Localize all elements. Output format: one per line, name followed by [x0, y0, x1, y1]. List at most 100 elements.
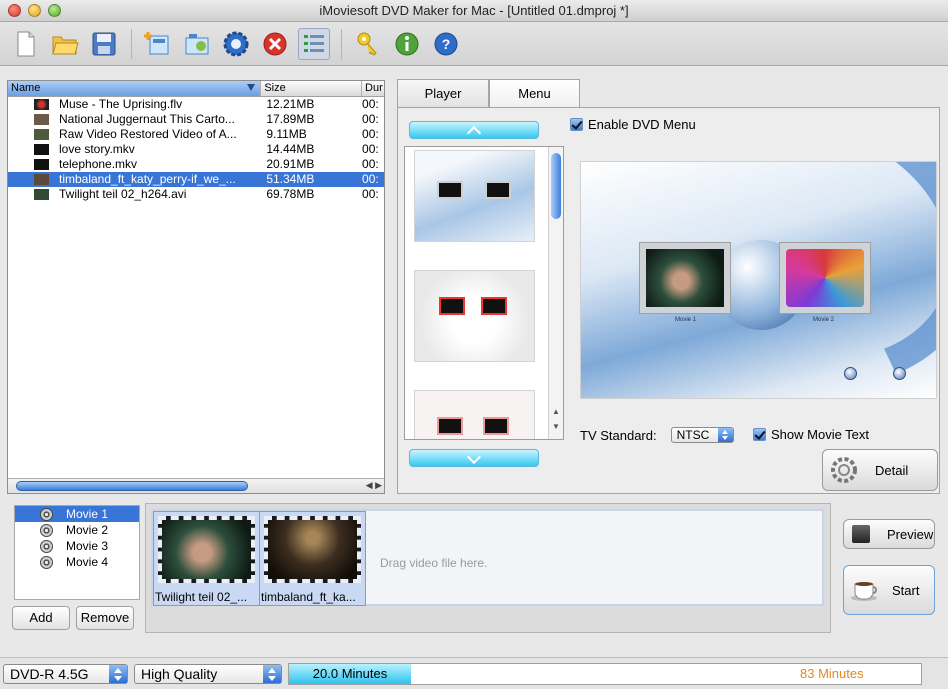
menu-template-list[interactable]: ▲ ▼ — [404, 146, 564, 440]
movie-item-1[interactable]: Movie 1 — [15, 506, 139, 522]
scroll-arrows-icon[interactable]: ◀ ▶ — [366, 480, 382, 491]
gear-icon — [831, 457, 857, 483]
template-scroll-down-button[interactable] — [409, 449, 539, 467]
list-view-button[interactable] — [298, 27, 330, 60]
status-bar: DVD-R 4.5G High Quality 20.0 Minutes 83 … — [0, 657, 948, 689]
scrollbar-thumb[interactable] — [551, 153, 561, 219]
file-row[interactable]: Raw Video Restored Video of A... 9.11MB … — [8, 127, 384, 142]
file-row-selected[interactable]: timbaland_ft_katy_perry-if_we_... 51.34M… — [8, 172, 384, 187]
save-project-button[interactable] — [88, 28, 120, 60]
movie-title-list[interactable]: Movie 1 Movie 2 Movie 3 Movie 4 — [14, 505, 140, 600]
toolbar-separator — [131, 28, 132, 59]
add-folder-icon — [185, 33, 209, 54]
movie-item-2[interactable]: Movie 2 — [15, 522, 139, 538]
preview-button[interactable]: Preview — [843, 519, 935, 549]
preview-next-icon[interactable] — [844, 367, 857, 380]
movie-item-3[interactable]: Movie 3 — [15, 538, 139, 554]
template-scroll-up-button[interactable] — [409, 121, 539, 139]
open-project-button[interactable] — [49, 28, 81, 60]
preview-movie-2-frame[interactable] — [779, 242, 871, 314]
menu-template-thumbnail[interactable] — [414, 390, 535, 439]
select-arrows-icon — [109, 665, 127, 683]
column-header-name[interactable]: Name — [8, 81, 262, 96]
menu-template-thumbnail[interactable] — [414, 150, 535, 242]
open-folder-icon — [52, 36, 79, 54]
zoom-window-button[interactable] — [48, 4, 61, 17]
file-row[interactable]: love story.mkv 14.44MB 00: — [8, 142, 384, 157]
file-row[interactable]: National Juggernaut This Carto... 17.89M… — [8, 112, 384, 127]
list-view-icon — [304, 34, 324, 52]
new-project-button[interactable] — [10, 28, 42, 60]
sort-arrow-icon — [247, 84, 256, 91]
video-thumbnail-icon — [34, 144, 49, 155]
remove-movie-button[interactable]: Remove — [76, 606, 134, 630]
scroll-up-arrow-icon[interactable]: ▲ — [552, 407, 560, 416]
film-reel-icon — [40, 555, 53, 569]
scrollbar-thumb[interactable] — [16, 481, 248, 491]
disc-capacity-bar: 20.0 Minutes 83 Minutes — [288, 663, 922, 685]
tv-standard-row: TV Standard: NTSC — [580, 427, 734, 443]
add-files-icon — [144, 31, 169, 54]
svg-text:?: ? — [442, 36, 451, 52]
tab-player[interactable]: Player — [397, 79, 489, 107]
file-list-horizontal-scrollbar[interactable]: ◀ ▶ — [8, 478, 384, 493]
add-movie-button[interactable]: Add — [12, 606, 70, 630]
add-files-button[interactable] — [142, 28, 174, 60]
video-thumbnail-icon — [34, 114, 49, 125]
info-icon — [395, 32, 419, 55]
about-button[interactable] — [391, 28, 423, 60]
file-list[interactable]: Name Size Dur Muse - The Uprising.flv 12… — [7, 80, 385, 494]
column-header-duration[interactable]: Dur — [362, 81, 384, 96]
menu-template-thumbnail[interactable] — [414, 270, 535, 362]
clip-label: Twilight teil 02_... — [155, 590, 248, 604]
start-button[interactable]: Start — [843, 565, 935, 615]
tab-bar: Player Menu — [397, 79, 580, 107]
settings-button[interactable] — [220, 28, 252, 60]
menu-preview: Movie 1 Movie 2 — [580, 161, 937, 399]
preview-movie-1-frame[interactable] — [639, 242, 731, 314]
file-row[interactable]: Muse - The Uprising.flv 12.21MB 00: — [8, 97, 384, 112]
detail-button[interactable]: Detail — [822, 449, 938, 491]
template-vertical-scrollbar[interactable]: ▲ ▼ — [548, 147, 563, 439]
preview-caption-movie-2: Movie 2 — [813, 317, 835, 323]
tv-standard-label: TV Standard: — [580, 427, 657, 443]
file-row[interactable]: Twilight teil 02_h264.avi 69.78MB 00: — [8, 187, 384, 202]
movie-clip-strip: Twilight teil 02_... timbaland_ft_ka... … — [145, 503, 831, 633]
column-header-size[interactable]: Size — [261, 81, 363, 96]
toolbar-separator — [341, 28, 342, 59]
minimize-window-button[interactable] — [28, 4, 41, 17]
video-thumbnail-icon — [34, 129, 49, 140]
enable-dvd-menu-checkbox[interactable]: Enable DVD Menu — [570, 117, 696, 132]
video-thumbnail-icon — [34, 159, 49, 170]
tab-menu[interactable]: Menu — [489, 79, 580, 107]
movie-1-image — [646, 249, 724, 307]
delete-button[interactable] — [259, 28, 291, 60]
quality-select[interactable]: High Quality — [134, 664, 282, 684]
clip-label: timbaland_ft_ka... — [261, 590, 356, 604]
movie-item-4[interactable]: Movie 4 — [15, 554, 139, 570]
used-minutes: 20.0 Minutes — [312, 666, 388, 681]
scroll-down-arrow-icon[interactable]: ▼ — [552, 422, 560, 431]
file-row[interactable]: telephone.mkv 20.91MB 00: — [8, 157, 384, 172]
register-button[interactable] — [352, 28, 384, 60]
tv-standard-select[interactable]: NTSC — [670, 427, 734, 443]
title-bar: iMoviesoft DVD Maker for Mac - [Untitled… — [0, 0, 948, 22]
show-movie-text-checkbox[interactable]: Show Movie Text — [753, 427, 869, 442]
file-list-header: Name Size Dur — [8, 81, 384, 97]
checkbox-checked-icon — [753, 428, 766, 441]
drag-hint: Drag video file here. — [380, 556, 488, 570]
film-reel-icon — [40, 539, 53, 553]
clip-item[interactable]: Twilight teil 02_... — [153, 511, 260, 606]
template-screen — [483, 417, 509, 435]
total-capacity-minutes: 83 Minutes — [800, 666, 864, 681]
help-button[interactable]: ? — [430, 28, 462, 60]
toolbar: ? — [0, 22, 948, 66]
add-folder-button[interactable] — [181, 28, 213, 60]
coffee-cup-icon — [851, 582, 877, 601]
close-window-button[interactable] — [8, 4, 21, 17]
template-screen — [485, 181, 511, 199]
disc-type-select[interactable]: DVD-R 4.5G — [3, 664, 128, 684]
clip-item[interactable]: timbaland_ft_ka... — [259, 511, 366, 606]
clip-drop-area[interactable]: Twilight teil 02_... timbaland_ft_ka... … — [151, 509, 824, 606]
preview-pause-icon[interactable] — [893, 367, 906, 380]
